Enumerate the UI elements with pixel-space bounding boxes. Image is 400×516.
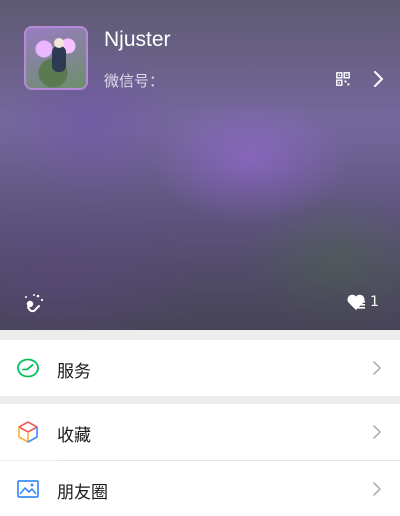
menu-item-label: 朋友圈 bbox=[57, 483, 108, 503]
avatar[interactable] bbox=[24, 26, 88, 90]
avatar-figure bbox=[52, 38, 66, 72]
likes-count: 1 bbox=[370, 294, 379, 310]
heart-icon bbox=[347, 294, 365, 310]
profile-header[interactable]: Njuster 微信号： 1 bbox=[0, 0, 400, 330]
menu-item-label: 收藏 bbox=[57, 426, 91, 446]
chevron-right-icon bbox=[373, 482, 381, 496]
likes-indicator[interactable]: 1 bbox=[346, 293, 379, 311]
section-gap bbox=[0, 396, 400, 404]
section-gap bbox=[0, 330, 400, 340]
menu-item-moments[interactable]: 朋友圈 bbox=[0, 461, 400, 516]
qr-code-icon[interactable] bbox=[336, 72, 350, 86]
image-icon bbox=[17, 480, 39, 498]
chevron-right-icon bbox=[373, 361, 381, 375]
chevron-right-icon bbox=[373, 425, 381, 439]
menu-item-services[interactable]: 服务 bbox=[0, 340, 400, 396]
menu-item-favorites[interactable]: 收藏 bbox=[0, 404, 400, 460]
cube-icon bbox=[18, 421, 38, 443]
services-icon bbox=[17, 358, 39, 378]
status-icon[interactable] bbox=[22, 292, 46, 314]
profile-name[interactable]: Njuster bbox=[104, 28, 171, 52]
wechat-id-label: 微信号： bbox=[104, 72, 165, 90]
chevron-right-icon[interactable] bbox=[370, 70, 386, 88]
menu-item-label: 服务 bbox=[57, 362, 91, 382]
